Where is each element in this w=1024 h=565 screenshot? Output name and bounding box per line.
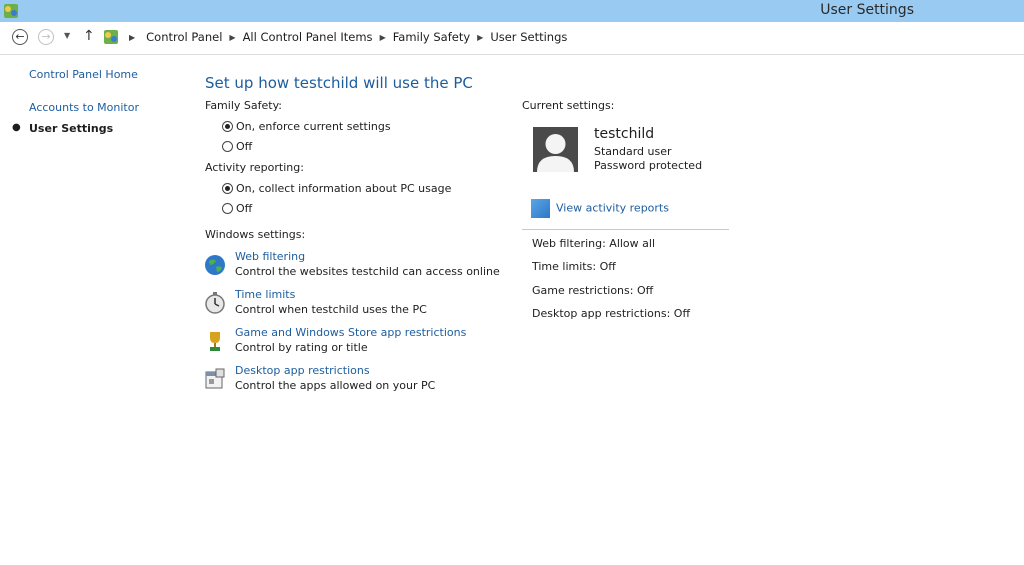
user-password-status: Password protected xyxy=(594,159,703,172)
time-limits-link[interactable]: Time limits xyxy=(235,288,295,301)
family-safety-off-radio[interactable]: Off xyxy=(222,139,252,153)
desktop-app-restrictions-desc: Control the apps allowed on your PC xyxy=(235,379,436,392)
up-arrow-icon[interactable]: ↑ xyxy=(83,28,95,44)
breadcrumb-separator-icon[interactable]: ▶ xyxy=(477,33,483,42)
summary-desktop-app-restrictions: Desktop app restrictions: Off xyxy=(532,307,690,320)
control-panel-icon[interactable] xyxy=(2,2,20,20)
sidebar-item-accounts-to-monitor[interactable]: Accounts to Monitor xyxy=(29,101,139,114)
summary-label: Web filtering: xyxy=(532,237,606,250)
current-page-bullet-icon: ● xyxy=(12,122,21,133)
view-activity-reports[interactable]: View activity reports xyxy=(531,199,669,218)
breadcrumb: ▶ Control Panel ▶ All Control Panel Items ▶ F… xyxy=(122,30,567,44)
time-limits-desc: Control when testchild uses the PC xyxy=(235,303,427,316)
user-account-type: Standard user xyxy=(594,145,672,158)
summary-value: Allow all xyxy=(609,237,656,250)
summary-game-restrictions: Game restrictions: Off xyxy=(532,284,653,297)
activity-reporting-off-radio[interactable]: Off xyxy=(222,201,252,215)
summary-label: Time limits: xyxy=(532,260,597,273)
control-panel-location-icon xyxy=(104,30,118,44)
radio-checked-icon[interactable] xyxy=(222,121,233,132)
breadcrumb-all-control-panel-items[interactable]: All Control Panel Items xyxy=(243,30,373,44)
user-details: Standard user Password protected xyxy=(594,145,702,173)
divider xyxy=(522,229,729,230)
summary-label: Desktop app restrictions: xyxy=(532,307,671,320)
summary-label: Game restrictions: xyxy=(532,284,634,297)
summary-value: Off xyxy=(599,260,616,273)
game-restrictions-link[interactable]: Game and Windows Store app restrictions xyxy=(235,326,466,339)
address-bar: ← → ▼ ↑ ▶ Control Panel ▶ All Control Panel… xyxy=(0,22,1024,55)
breadcrumb-separator-icon: ▶ xyxy=(129,33,136,42)
summary-value: Off xyxy=(673,307,691,320)
game-restrictions-desc: Control by rating or title xyxy=(235,341,368,354)
summary-value: Off xyxy=(636,284,654,297)
stopwatch-icon xyxy=(205,292,225,314)
user-name: testchild xyxy=(594,126,655,142)
radio-label[interactable]: On, collect information about PC usage xyxy=(236,182,451,195)
activity-reporting-label: Activity reporting: xyxy=(205,161,304,174)
sidebar-item-label: User Settings xyxy=(29,122,114,135)
title-bar: User Settings xyxy=(0,0,1024,22)
family-safety-on-radio[interactable]: On, enforce current settings xyxy=(222,119,391,133)
web-filtering-link[interactable]: Web filtering xyxy=(235,250,305,263)
avatar xyxy=(533,127,578,172)
windows-settings-label: Windows settings: xyxy=(205,228,306,241)
sidebar-link-control-panel-home[interactable]: Control Panel Home xyxy=(29,68,138,81)
user-silhouette-icon xyxy=(533,127,578,172)
family-safety-label: Family Safety: xyxy=(205,99,282,112)
breadcrumb-user-settings[interactable]: User Settings xyxy=(490,30,567,44)
radio-label[interactable]: On, enforce current settings xyxy=(236,120,391,133)
sidebar-item-control-panel-home[interactable]: Control Panel Home xyxy=(29,68,138,81)
breadcrumb-separator-icon[interactable]: ▶ xyxy=(380,33,386,42)
web-filtering-desc: Control the websites testchild can acces… xyxy=(235,265,500,278)
sidebar-link-accounts-to-monitor[interactable]: Accounts to Monitor xyxy=(29,101,139,114)
summary-time-limits: Time limits: Off xyxy=(532,260,616,273)
radio-unchecked-icon[interactable] xyxy=(222,203,233,214)
forward-button[interactable]: → xyxy=(38,29,54,45)
radio-unchecked-icon[interactable] xyxy=(222,141,233,152)
app-window-icon xyxy=(205,368,225,389)
globe-icon xyxy=(205,255,225,275)
back-button[interactable]: ← xyxy=(12,29,28,45)
activity-report-icon[interactable] xyxy=(531,199,550,218)
desktop-app-restrictions-link[interactable]: Desktop app restrictions xyxy=(235,364,370,377)
trophy-icon xyxy=(210,332,220,351)
summary-web-filtering: Web filtering: Allow all xyxy=(532,237,655,250)
view-activity-reports-link[interactable]: View activity reports xyxy=(556,202,669,215)
page-title: Set up how testchild will use the PC xyxy=(205,74,473,92)
breadcrumb-control-panel[interactable]: Control Panel xyxy=(146,30,222,44)
radio-checked-icon[interactable] xyxy=(222,183,233,194)
current-settings-label: Current settings: xyxy=(522,99,615,112)
radio-label[interactable]: Off xyxy=(236,202,252,215)
breadcrumb-family-safety[interactable]: Family Safety xyxy=(393,30,470,44)
radio-label[interactable]: Off xyxy=(236,140,252,153)
window-title: User Settings xyxy=(820,2,914,18)
activity-reporting-on-radio[interactable]: On, collect information about PC usage xyxy=(222,181,451,195)
recent-locations-chevron-down-icon[interactable]: ▼ xyxy=(64,31,70,40)
breadcrumb-separator-icon[interactable]: ▶ xyxy=(229,33,235,42)
sidebar-item-user-settings: ● User Settings xyxy=(12,122,114,135)
